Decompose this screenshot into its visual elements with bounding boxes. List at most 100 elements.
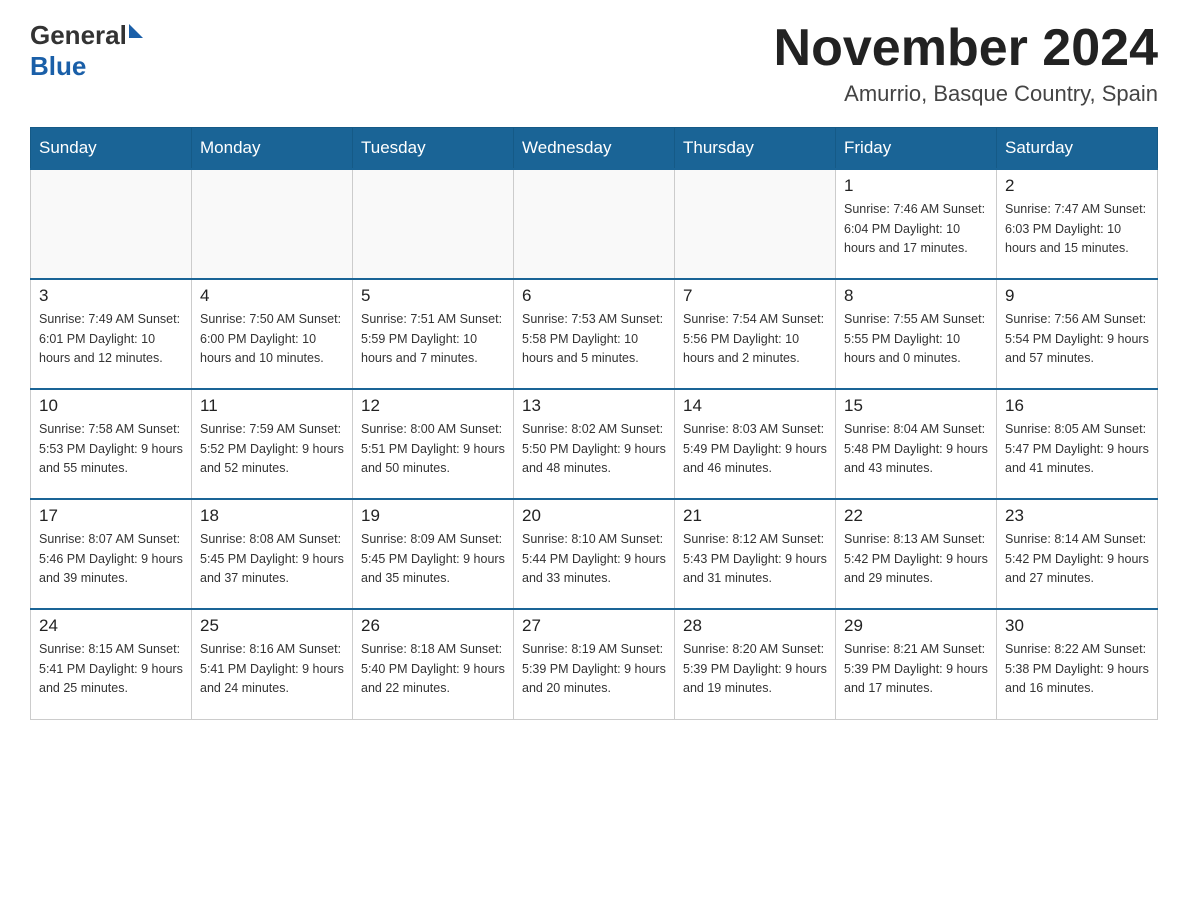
day-info: Sunrise: 7:54 AM Sunset: 5:56 PM Dayligh… — [683, 310, 827, 368]
col-header-saturday: Saturday — [997, 128, 1158, 170]
day-number: 14 — [683, 396, 827, 416]
day-info: Sunrise: 8:08 AM Sunset: 5:45 PM Dayligh… — [200, 530, 344, 588]
day-info: Sunrise: 7:51 AM Sunset: 5:59 PM Dayligh… — [361, 310, 505, 368]
page-header: General Blue November 2024 Amurrio, Basq… — [30, 20, 1158, 107]
day-cell: 27 Sunrise: 8:19 AM Sunset: 5:39 PM Dayli… — [514, 609, 675, 719]
day-cell: 21Sunrise: 8:12 AM Sunset: 5:43 PM Dayli… — [675, 499, 836, 609]
logo-triangle-icon — [129, 24, 143, 38]
day-info: Sunrise: 7:46 AM Sunset: 6:04 PM Dayligh… — [844, 200, 988, 258]
day-cell: 14 Sunrise: 8:03 AM Sunset: 5:49 PM Dayli… — [675, 389, 836, 499]
day-cell: 5 Sunrise: 7:51 AM Sunset: 5:59 PM Daylig… — [353, 279, 514, 389]
day-cell: 13Sunrise: 8:02 AM Sunset: 5:50 PM Dayli… — [514, 389, 675, 499]
col-header-thursday: Thursday — [675, 128, 836, 170]
day-cell: 12 Sunrise: 8:00 AM Sunset: 5:51 PM Dayli… — [353, 389, 514, 499]
calendar-title: November 2024 — [774, 20, 1158, 77]
day-info: Sunrise: 8:22 AM Sunset: 5:38 PM Dayligh… — [1005, 640, 1149, 698]
day-cell: 26 Sunrise: 8:18 AM Sunset: 5:40 PM Dayli… — [353, 609, 514, 719]
day-number: 26 — [361, 616, 505, 636]
day-info: Sunrise: 7:56 AM Sunset: 5:54 PM Dayligh… — [1005, 310, 1149, 368]
col-header-friday: Friday — [836, 128, 997, 170]
day-info: Sunrise: 8:13 AM Sunset: 5:42 PM Dayligh… — [844, 530, 988, 588]
day-info: Sunrise: 8:18 AM Sunset: 5:40 PM Dayligh… — [361, 640, 505, 698]
day-cell: 22Sunrise: 8:13 AM Sunset: 5:42 PM Dayli… — [836, 499, 997, 609]
day-number: 8 — [844, 286, 988, 306]
day-info: Sunrise: 7:53 AM Sunset: 5:58 PM Dayligh… — [522, 310, 666, 368]
day-cell: 20 Sunrise: 8:10 AM Sunset: 5:44 PM Dayli… — [514, 499, 675, 609]
day-info: Sunrise: 8:21 AM Sunset: 5:39 PM Dayligh… — [844, 640, 988, 698]
day-cell: 28 Sunrise: 8:20 AM Sunset: 5:39 PM Dayli… — [675, 609, 836, 719]
day-info: Sunrise: 8:00 AM Sunset: 5:51 PM Dayligh… — [361, 420, 505, 478]
day-number: 15 — [844, 396, 988, 416]
day-number: 10 — [39, 396, 183, 416]
day-info: Sunrise: 8:19 AM Sunset: 5:39 PM Dayligh… — [522, 640, 666, 698]
day-number: 1 — [844, 176, 988, 196]
day-cell — [192, 169, 353, 279]
day-number: 17 — [39, 506, 183, 526]
day-cell: 10 Sunrise: 7:58 AM Sunset: 5:53 PM Dayli… — [31, 389, 192, 499]
day-number: 12 — [361, 396, 505, 416]
day-number: 3 — [39, 286, 183, 306]
day-cell: 18 Sunrise: 8:08 AM Sunset: 5:45 PM Dayli… — [192, 499, 353, 609]
day-number: 23 — [1005, 506, 1149, 526]
day-cell: 1 Sunrise: 7:46 AM Sunset: 6:04 PM Daylig… — [836, 169, 997, 279]
day-cell: 17 Sunrise: 8:07 AM Sunset: 5:46 PM Dayli… — [31, 499, 192, 609]
day-number: 28 — [683, 616, 827, 636]
day-cell: 23 Sunrise: 8:14 AM Sunset: 5:42 PM Dayli… — [997, 499, 1158, 609]
week-row-2: 3Sunrise: 7:49 AM Sunset: 6:01 PM Daylig… — [31, 279, 1158, 389]
day-cell — [353, 169, 514, 279]
day-number: 19 — [361, 506, 505, 526]
calendar-subtitle: Amurrio, Basque Country, Spain — [774, 81, 1158, 107]
day-number: 4 — [200, 286, 344, 306]
week-row-4: 17 Sunrise: 8:07 AM Sunset: 5:46 PM Dayli… — [31, 499, 1158, 609]
day-number: 18 — [200, 506, 344, 526]
day-cell: 9 Sunrise: 7:56 AM Sunset: 5:54 PM Daylig… — [997, 279, 1158, 389]
day-number: 16 — [1005, 396, 1149, 416]
day-info: Sunrise: 7:55 AM Sunset: 5:55 PM Dayligh… — [844, 310, 988, 368]
day-info: Sunrise: 7:47 AM Sunset: 6:03 PM Dayligh… — [1005, 200, 1149, 258]
title-block: November 2024 Amurrio, Basque Country, S… — [774, 20, 1158, 107]
day-info: Sunrise: 8:16 AM Sunset: 5:41 PM Dayligh… — [200, 640, 344, 698]
week-row-5: 24 Sunrise: 8:15 AM Sunset: 5:41 PM Dayli… — [31, 609, 1158, 719]
day-number: 6 — [522, 286, 666, 306]
day-info: Sunrise: 8:09 AM Sunset: 5:45 PM Dayligh… — [361, 530, 505, 588]
day-number: 2 — [1005, 176, 1149, 196]
day-info: Sunrise: 7:59 AM Sunset: 5:52 PM Dayligh… — [200, 420, 344, 478]
week-row-3: 10 Sunrise: 7:58 AM Sunset: 5:53 PM Dayli… — [31, 389, 1158, 499]
day-cell: 25 Sunrise: 8:16 AM Sunset: 5:41 PM Dayli… — [192, 609, 353, 719]
logo: General Blue — [30, 20, 143, 82]
logo-blue-text: Blue — [30, 51, 86, 82]
day-number: 27 — [522, 616, 666, 636]
day-cell: 15 Sunrise: 8:04 AM Sunset: 5:48 PM Dayli… — [836, 389, 997, 499]
day-number: 13 — [522, 396, 666, 416]
day-info: Sunrise: 8:15 AM Sunset: 5:41 PM Dayligh… — [39, 640, 183, 698]
day-info: Sunrise: 8:04 AM Sunset: 5:48 PM Dayligh… — [844, 420, 988, 478]
day-cell: 30 Sunrise: 8:22 AM Sunset: 5:38 PM Dayli… — [997, 609, 1158, 719]
day-number: 25 — [200, 616, 344, 636]
day-number: 21 — [683, 506, 827, 526]
day-number: 24 — [39, 616, 183, 636]
day-number: 29 — [844, 616, 988, 636]
day-info: Sunrise: 8:03 AM Sunset: 5:49 PM Dayligh… — [683, 420, 827, 478]
day-info: Sunrise: 7:58 AM Sunset: 5:53 PM Dayligh… — [39, 420, 183, 478]
day-number: 20 — [522, 506, 666, 526]
day-number: 7 — [683, 286, 827, 306]
day-info: Sunrise: 7:50 AM Sunset: 6:00 PM Dayligh… — [200, 310, 344, 368]
col-header-wednesday: Wednesday — [514, 128, 675, 170]
day-info: Sunrise: 8:07 AM Sunset: 5:46 PM Dayligh… — [39, 530, 183, 588]
logo-general-text: General — [30, 20, 127, 51]
day-cell: 6 Sunrise: 7:53 AM Sunset: 5:58 PM Daylig… — [514, 279, 675, 389]
day-info: Sunrise: 8:05 AM Sunset: 5:47 PM Dayligh… — [1005, 420, 1149, 478]
day-cell: 29 Sunrise: 8:21 AM Sunset: 5:39 PM Dayli… — [836, 609, 997, 719]
day-info: Sunrise: 8:10 AM Sunset: 5:44 PM Dayligh… — [522, 530, 666, 588]
day-cell: 7 Sunrise: 7:54 AM Sunset: 5:56 PM Daylig… — [675, 279, 836, 389]
day-info: Sunrise: 8:14 AM Sunset: 5:42 PM Dayligh… — [1005, 530, 1149, 588]
col-header-tuesday: Tuesday — [353, 128, 514, 170]
day-number: 11 — [200, 396, 344, 416]
day-info: Sunrise: 8:20 AM Sunset: 5:39 PM Dayligh… — [683, 640, 827, 698]
day-number: 5 — [361, 286, 505, 306]
day-cell: 4 Sunrise: 7:50 AM Sunset: 6:00 PM Daylig… — [192, 279, 353, 389]
day-number: 30 — [1005, 616, 1149, 636]
calendar-header-row: SundayMondayTuesdayWednesdayThursdayFrid… — [31, 128, 1158, 170]
day-number: 9 — [1005, 286, 1149, 306]
col-header-sunday: Sunday — [31, 128, 192, 170]
